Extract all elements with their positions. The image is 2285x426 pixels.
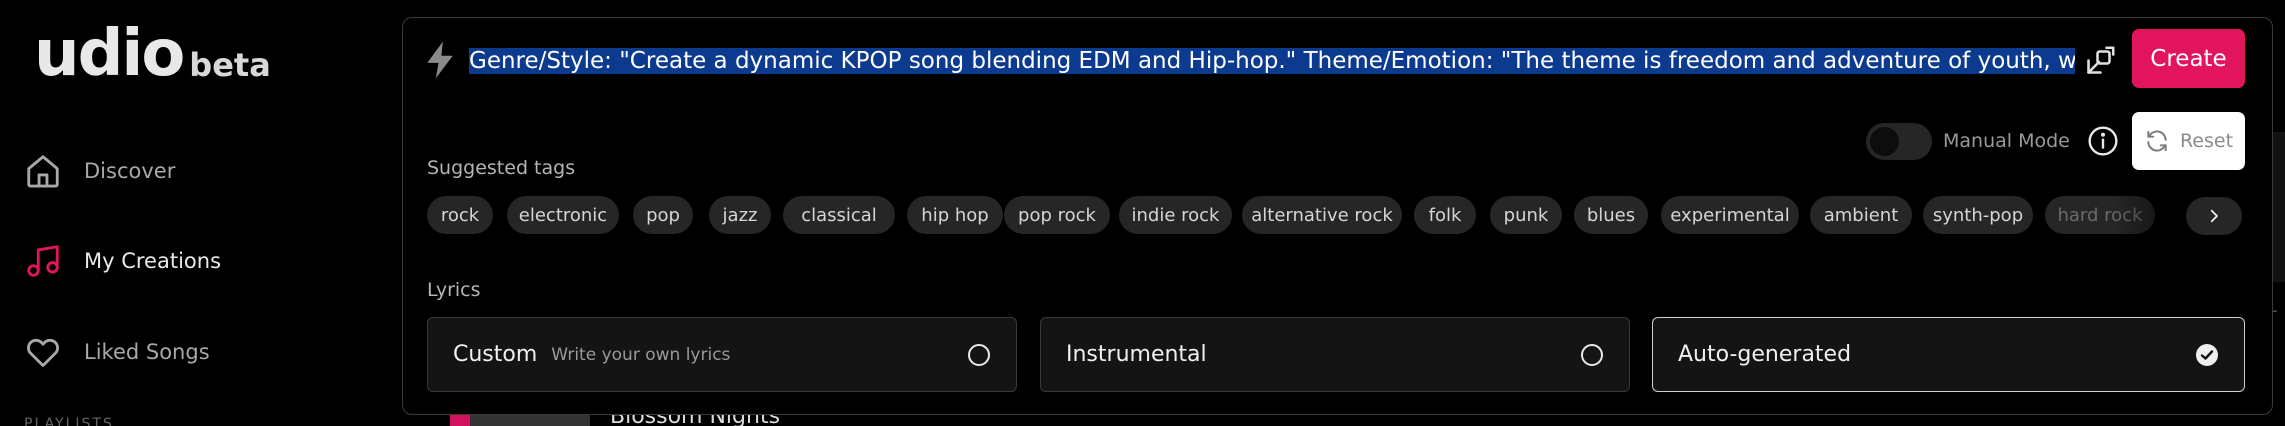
lyrics-option-auto-generated[interactable]: Auto-generated	[1652, 317, 2245, 392]
radio-unselected-icon	[968, 344, 990, 366]
lyrics-label: Lyrics	[427, 279, 481, 301]
suggested-tags-label: Suggested tags	[427, 157, 576, 179]
sidebar-item-label: Liked Songs	[84, 340, 210, 364]
tag-chip[interactable]: experimental	[1661, 196, 1799, 234]
tag-chip[interactable]: classical	[783, 196, 895, 234]
suggested-tags-list: rock electronic pop jazz classical hip h…	[427, 196, 2227, 236]
lyrics-option-instrumental[interactable]: Instrumental	[1040, 317, 1630, 392]
tag-chip[interactable]: jazz	[709, 196, 771, 234]
tag-chip[interactable]: synth-pop	[1923, 196, 2033, 234]
create-panel: Genre/Style: "Create a dynamic KPOP song…	[402, 17, 2273, 415]
sidebar-item-liked-songs[interactable]: Liked Songs	[24, 333, 210, 371]
manual-mode-label: Manual Mode	[1943, 130, 2070, 152]
tag-chip[interactable]: electronic	[507, 196, 619, 234]
prompt-text: Genre/Style: "Create a dynamic KPOP song…	[469, 48, 2075, 74]
sidebar-item-discover[interactable]: Discover	[24, 152, 175, 190]
tag-chip[interactable]: pop	[633, 196, 693, 234]
tag-chip[interactable]: alternative rock	[1242, 196, 1402, 234]
tag-chip[interactable]: blues	[1574, 196, 1648, 234]
tag-chip[interactable]: indie rock	[1119, 196, 1232, 234]
option-subtitle: Write your own lyrics	[551, 344, 731, 365]
logo-beta-label: beta	[189, 46, 271, 84]
music-note-icon	[27, 245, 59, 277]
tag-chip[interactable]: hard rock	[2045, 196, 2155, 234]
sidebar: udio beta Discover My Creations Liked So…	[0, 0, 400, 426]
expand-prompt-icon[interactable]	[2081, 44, 2117, 80]
tag-chip[interactable]: pop rock	[1004, 196, 1110, 234]
tag-chip[interactable]: hip hop	[907, 196, 1003, 234]
logo-text: udio	[34, 17, 185, 91]
lyrics-option-custom[interactable]: Custom Write your own lyrics	[427, 317, 1017, 392]
heart-icon	[27, 338, 59, 367]
udio-logo[interactable]: udio beta	[34, 22, 271, 86]
radio-unselected-icon	[1581, 344, 1603, 366]
create-button[interactable]: Create	[2132, 29, 2245, 88]
option-title: Instrumental	[1066, 342, 1207, 367]
sidebar-item-my-creations[interactable]: My Creations	[24, 242, 221, 280]
reset-button[interactable]: Reset	[2132, 112, 2245, 170]
chevron-right-icon	[2210, 209, 2218, 223]
tag-chip[interactable]: ambient	[1810, 196, 1912, 234]
sidebar-item-label: My Creations	[84, 249, 222, 273]
reset-label: Reset	[2179, 130, 2234, 152]
option-title: Custom	[453, 342, 538, 367]
info-icon[interactable]	[2087, 125, 2119, 157]
option-title: Auto-generated	[1678, 342, 1852, 367]
playlists-section-label: PLAYLISTS	[24, 416, 114, 426]
check-selected-icon	[2196, 344, 2218, 366]
manual-mode-toggle[interactable]	[1866, 123, 1932, 160]
prompt-input[interactable]: Genre/Style: "Create a dynamic KPOP song…	[469, 44, 2075, 78]
home-icon	[27, 155, 59, 188]
tags-scroll-right-button[interactable]	[2186, 197, 2242, 235]
refresh-icon	[2147, 130, 2167, 152]
sidebar-item-label: Discover	[84, 159, 176, 183]
tag-chip[interactable]: punk	[1490, 196, 1562, 234]
tag-chip[interactable]: folk	[1414, 196, 1476, 234]
lightning-bolt-icon	[427, 41, 453, 79]
tag-chip[interactable]: rock	[427, 196, 493, 234]
